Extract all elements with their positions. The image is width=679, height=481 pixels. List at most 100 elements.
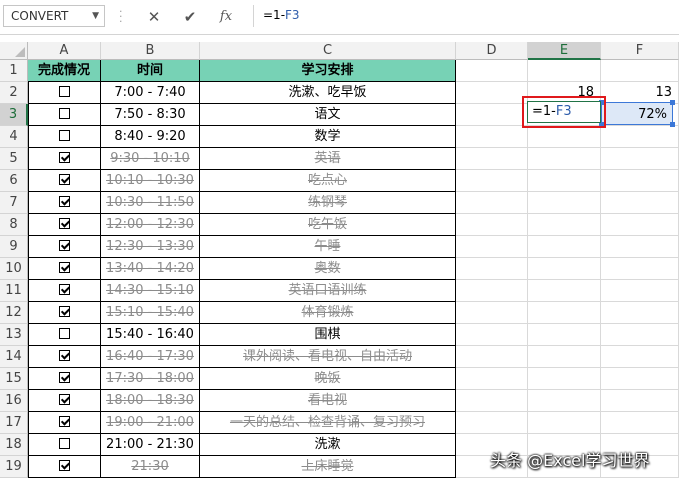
column-header-a[interactable]: A: [28, 42, 101, 60]
table-header-plan[interactable]: 学习安排: [200, 60, 456, 82]
grid-cell[interactable]: [528, 302, 601, 324]
table-cell-status[interactable]: [28, 192, 101, 214]
grid-cell[interactable]: [528, 148, 601, 170]
checkbox-checked[interactable]: [58, 372, 70, 383]
grid-cell[interactable]: [601, 346, 679, 368]
row-header-19[interactable]: 19: [0, 456, 28, 478]
cell-e3-editing[interactable]: =1-F3: [527, 101, 601, 123]
table-cell-status[interactable]: [28, 324, 101, 346]
table-cell-status[interactable]: [28, 346, 101, 368]
table-cell-plan[interactable]: 语文: [200, 104, 456, 126]
cell-f2[interactable]: 13: [601, 82, 679, 104]
grid-cell[interactable]: [601, 258, 679, 280]
grid-cell[interactable]: [601, 368, 679, 390]
checkbox-checked[interactable]: [58, 196, 70, 207]
checkbox-unchecked[interactable]: [58, 328, 70, 339]
table-cell-plan[interactable]: 看电视: [200, 390, 456, 412]
checkbox-unchecked[interactable]: [58, 86, 70, 97]
table-cell-time[interactable]: 10:10 - 10:30: [101, 170, 200, 192]
table-cell-status[interactable]: [28, 82, 101, 104]
table-cell-plan[interactable]: 练钢琴: [200, 192, 456, 214]
grid-cell[interactable]: [456, 324, 528, 346]
table-cell-time[interactable]: 15:10 - 15:40: [101, 302, 200, 324]
row-header-8[interactable]: 8: [0, 214, 28, 236]
table-header-status[interactable]: 完成情况: [28, 60, 101, 82]
grid-cell[interactable]: [456, 214, 528, 236]
grid-cell[interactable]: [528, 346, 601, 368]
grid-cell[interactable]: [528, 170, 601, 192]
checkbox-unchecked[interactable]: [58, 438, 70, 449]
grid-cell[interactable]: [601, 126, 679, 148]
table-cell-plan[interactable]: 上床睡觉: [200, 456, 456, 478]
grid-cell[interactable]: [601, 302, 679, 324]
row-header-17[interactable]: 17: [0, 412, 28, 434]
checkbox-checked[interactable]: [58, 152, 70, 163]
table-cell-plan[interactable]: 课外阅读、看电视、自由活动: [200, 346, 456, 368]
grid-cell[interactable]: [456, 236, 528, 258]
table-cell-plan[interactable]: 英语: [200, 148, 456, 170]
grid-cell[interactable]: [601, 236, 679, 258]
table-cell-status[interactable]: [28, 214, 101, 236]
grid-cell[interactable]: [456, 280, 528, 302]
table-cell-status[interactable]: [28, 170, 101, 192]
column-header-b[interactable]: B: [101, 42, 200, 60]
grid-cell[interactable]: [456, 192, 528, 214]
resize-dots-icon[interactable]: · · ·: [119, 6, 123, 27]
grid-cell[interactable]: [528, 280, 601, 302]
grid-cell[interactable]: [528, 324, 601, 346]
grid-cell[interactable]: [456, 60, 528, 82]
table-cell-plan[interactable]: 一天的总结、检查背诵、复习预习: [200, 412, 456, 434]
table-cell-plan[interactable]: 洗漱、吃早饭: [200, 82, 456, 104]
column-header-f[interactable]: F: [601, 42, 679, 60]
checkbox-checked[interactable]: [58, 174, 70, 185]
table-cell-status[interactable]: [28, 148, 101, 170]
grid-cell[interactable]: [456, 104, 528, 126]
row-header-11[interactable]: 11: [0, 280, 28, 302]
table-cell-status[interactable]: [28, 236, 101, 258]
table-cell-time[interactable]: 8:40 - 9:20: [101, 126, 200, 148]
row-header-18[interactable]: 18: [0, 434, 28, 456]
table-cell-plan[interactable]: 吃点心: [200, 170, 456, 192]
table-cell-time[interactable]: 10:30 - 11:50: [101, 192, 200, 214]
checkbox-checked[interactable]: [58, 460, 70, 471]
table-cell-time[interactable]: 7:50 - 8:30: [101, 104, 200, 126]
table-cell-time[interactable]: 12:00 - 12:30: [101, 214, 200, 236]
row-header-6[interactable]: 6: [0, 170, 28, 192]
grid-cell[interactable]: [528, 60, 601, 82]
checkbox-unchecked[interactable]: [58, 108, 70, 119]
name-box[interactable]: CONVERT ▼: [3, 5, 105, 27]
table-cell-time[interactable]: 18:00 - 18:30: [101, 390, 200, 412]
grid-cell[interactable]: [456, 390, 528, 412]
grid-cell[interactable]: [601, 170, 679, 192]
table-cell-time[interactable]: 9:30 - 10:10: [101, 148, 200, 170]
row-header-4[interactable]: 4: [0, 126, 28, 148]
grid-cell[interactable]: [456, 148, 528, 170]
row-header-14[interactable]: 14: [0, 346, 28, 368]
grid-cell[interactable]: [528, 126, 601, 148]
grid-cell[interactable]: [601, 192, 679, 214]
table-cell-time[interactable]: 21:30: [101, 456, 200, 478]
column-header-d[interactable]: D: [456, 42, 528, 60]
table-cell-status[interactable]: [28, 258, 101, 280]
grid-cell[interactable]: [456, 412, 528, 434]
table-cell-plan[interactable]: 洗漱: [200, 434, 456, 456]
grid-cell[interactable]: [456, 170, 528, 192]
table-cell-time[interactable]: 12:30 - 13:30: [101, 236, 200, 258]
grid-cell[interactable]: [601, 60, 679, 82]
column-header-e[interactable]: E: [528, 42, 601, 60]
table-cell-plan[interactable]: 奥数: [200, 258, 456, 280]
row-header-1[interactable]: 1: [0, 60, 28, 82]
table-cell-status[interactable]: [28, 368, 101, 390]
checkbox-checked[interactable]: [58, 350, 70, 361]
row-header-3[interactable]: 3: [0, 104, 28, 126]
checkbox-checked[interactable]: [58, 218, 70, 229]
row-header-5[interactable]: 5: [0, 148, 28, 170]
row-header-10[interactable]: 10: [0, 258, 28, 280]
table-header-time[interactable]: 时间: [101, 60, 200, 82]
checkbox-checked[interactable]: [58, 394, 70, 405]
row-header-12[interactable]: 12: [0, 302, 28, 324]
checkbox-unchecked[interactable]: [58, 130, 70, 141]
checkbox-checked[interactable]: [58, 284, 70, 295]
row-header-15[interactable]: 15: [0, 368, 28, 390]
row-header-7[interactable]: 7: [0, 192, 28, 214]
